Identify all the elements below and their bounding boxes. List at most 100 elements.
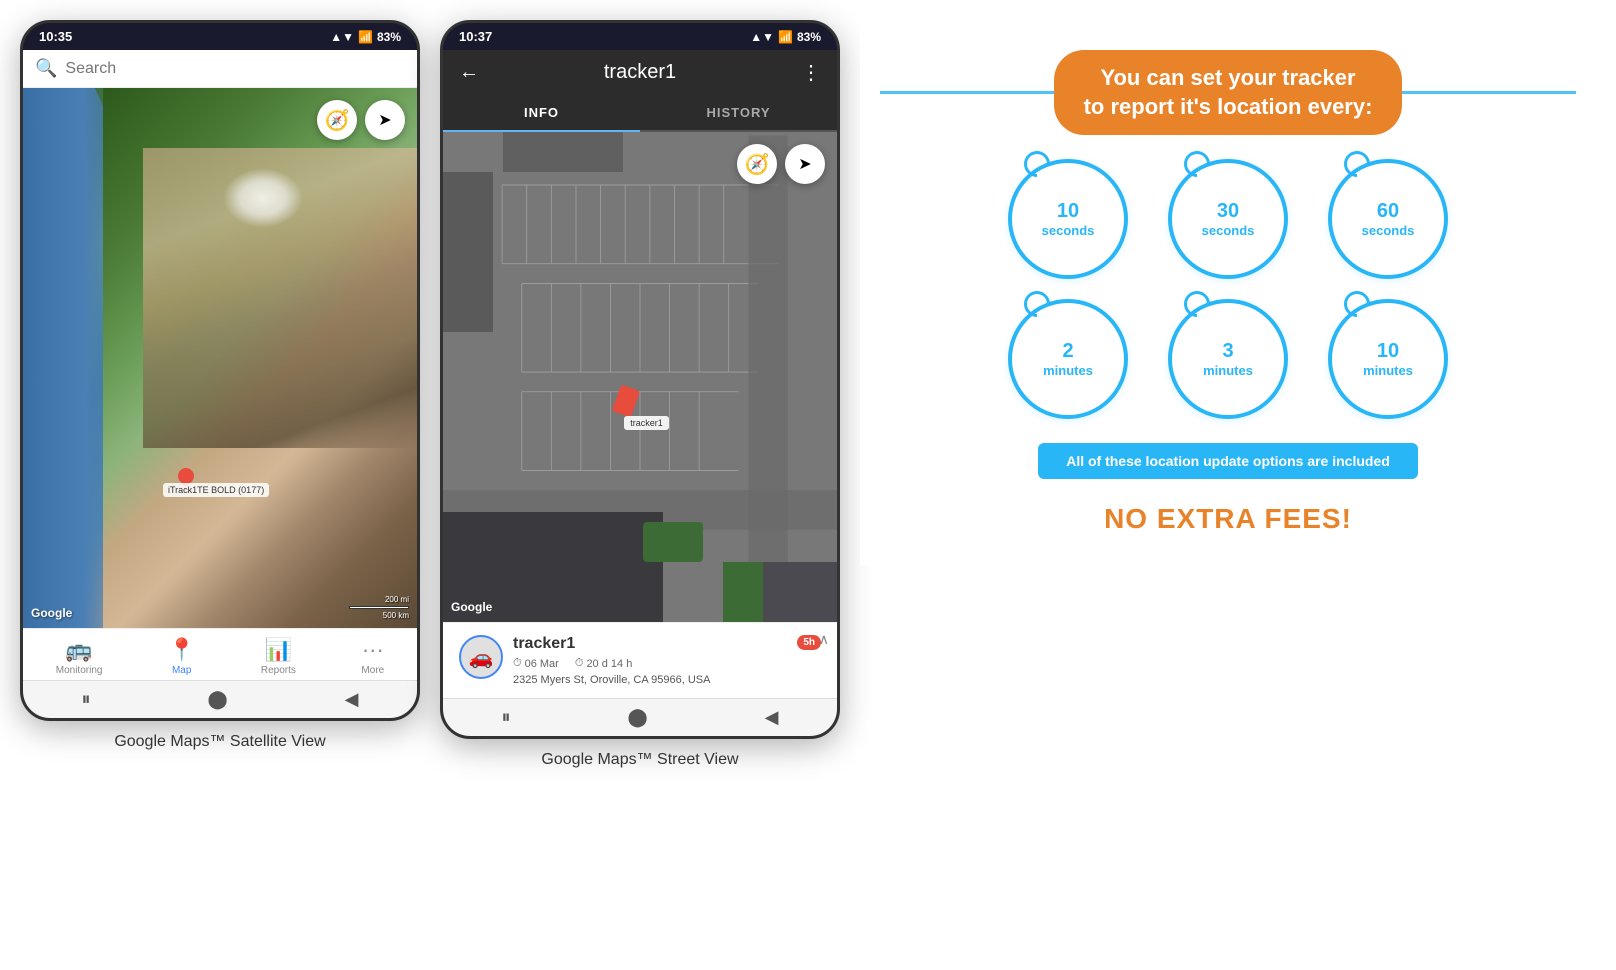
circle-unit-3: minutes bbox=[1043, 363, 1093, 379]
phone2-status-bar: 10:37 ▲▼ 📶 83% bbox=[443, 23, 837, 50]
satellite-map-area[interactable]: iTrack1TE BOLD (0177) 🧭 ➤ Google 200 mi … bbox=[23, 88, 417, 680]
scale-line bbox=[349, 606, 409, 609]
phone2-battery: 83% bbox=[797, 30, 821, 44]
phone1-search-bar[interactable]: 🔍 bbox=[23, 50, 417, 88]
search-input[interactable] bbox=[65, 60, 405, 78]
car-icon: 🚗 bbox=[469, 645, 494, 670]
stat-duration: ⏱ 20 d 14 h bbox=[575, 657, 632, 670]
nav-monitoring-label: Monitoring bbox=[56, 665, 103, 676]
banner-text: All of these location update options are… bbox=[1066, 453, 1390, 469]
stat-date-value: 06 Mar bbox=[525, 658, 559, 670]
circle-number-0: 10 bbox=[1057, 199, 1079, 223]
phone2-time: 10:37 bbox=[459, 29, 492, 44]
tracker-name: tracker1 bbox=[513, 635, 575, 653]
phone1-time: 10:35 bbox=[39, 29, 72, 44]
circle-number-1: 30 bbox=[1217, 199, 1239, 223]
tracker-name-row: tracker1 bbox=[513, 635, 787, 653]
headline-text: You can set your trackerto report it's l… bbox=[1084, 65, 1373, 119]
snow-caps bbox=[223, 168, 303, 228]
nav-more-label: More bbox=[361, 665, 384, 676]
system-back-button-2[interactable]: ◀ bbox=[765, 707, 779, 728]
phone1-wifi-icon: 📶 bbox=[358, 30, 373, 44]
headline-line-left bbox=[880, 91, 1054, 94]
phone1-status-right: ▲▼ 📶 83% bbox=[330, 30, 401, 44]
tracker-stats: ⏱ 06 Mar ⏱ 20 d 14 h bbox=[513, 657, 787, 670]
scroll-up-icon[interactable]: ∧ bbox=[819, 631, 829, 648]
system-home-button-2[interactable]: ⬤ bbox=[628, 707, 648, 728]
tracker-info-panel: 🚗 tracker1 ⏱ 06 Mar ⏱ 20 d 14 h bbox=[443, 622, 837, 698]
nav-map[interactable]: 📍 Map bbox=[168, 637, 195, 676]
building-top bbox=[503, 132, 623, 172]
time-circle-0: 10 seconds bbox=[1008, 159, 1128, 279]
phone1-content: 🔍 iTrack1TE BOLD (0177) 🧭 ➤ bbox=[23, 50, 417, 680]
time-circle-4: 3 minutes bbox=[1168, 299, 1288, 419]
phone2-header: ← tracker1 ⋮ bbox=[443, 50, 837, 95]
info-headline: You can set your trackerto report it's l… bbox=[1054, 50, 1403, 135]
stat-duration-value: 20 d 14 h bbox=[586, 658, 632, 670]
nav-reports[interactable]: 📊 Reports bbox=[261, 637, 296, 676]
circle-number-2: 60 bbox=[1377, 199, 1399, 223]
reports-icon: 📊 bbox=[265, 637, 292, 663]
satellite-map: iTrack1TE BOLD (0177) 🧭 ➤ Google 200 mi … bbox=[23, 88, 417, 628]
green-area-1 bbox=[643, 522, 703, 562]
tabs-bar: INFO HISTORY bbox=[443, 95, 837, 132]
circle-unit-5: minutes bbox=[1363, 363, 1413, 379]
system-menu-button[interactable]: ⏸ bbox=[82, 689, 91, 710]
tab-history[interactable]: HISTORY bbox=[640, 95, 837, 130]
system-back-button[interactable]: ◀ bbox=[345, 689, 359, 710]
system-home-button[interactable]: ⬤ bbox=[208, 689, 228, 710]
phone1-signal-icon: ▲▼ bbox=[330, 30, 354, 44]
phone2-mockup: 10:37 ▲▼ 📶 83% ← tracker1 ⋮ INFO HISTORY bbox=[440, 20, 840, 739]
building-left bbox=[443, 172, 493, 332]
direction-button[interactable]: ➤ bbox=[365, 100, 405, 140]
location-label: iTrack1TE BOLD (0177) bbox=[163, 483, 269, 497]
scale-label-bottom: 500 km bbox=[383, 611, 409, 620]
phone2-caption: Google Maps™ Street View bbox=[541, 751, 738, 769]
google-logo: Google bbox=[31, 606, 72, 620]
google-logo-2: Google bbox=[451, 600, 492, 614]
circles-grid: 10 seconds 30 seconds 60 seconds 2 minut… bbox=[998, 159, 1458, 419]
tab-info[interactable]: INFO bbox=[443, 95, 640, 132]
tracker-map-label: tracker1 bbox=[624, 416, 669, 430]
system-menu-button-2[interactable]: ⏸ bbox=[502, 707, 511, 728]
info-panel: You can set your trackerto report it's l… bbox=[860, 20, 1596, 565]
circle-unit-0: seconds bbox=[1042, 223, 1095, 239]
map-icon: 📍 bbox=[168, 637, 195, 663]
circle-unit-1: seconds bbox=[1202, 223, 1255, 239]
circle-number-3: 2 bbox=[1062, 339, 1073, 363]
back-button[interactable]: ← bbox=[459, 61, 479, 84]
compass-button[interactable]: 🧭 bbox=[317, 100, 357, 140]
phone1-caption: Google Maps™ Satellite View bbox=[114, 733, 325, 751]
nav-monitoring[interactable]: 🚌 Monitoring bbox=[56, 637, 103, 676]
search-icon: 🔍 bbox=[35, 58, 57, 79]
headline-container: You can set your trackerto report it's l… bbox=[880, 50, 1576, 135]
direction-button-2[interactable]: ➤ bbox=[785, 144, 825, 184]
parking-map[interactable]: tracker1 🧭 ➤ Google bbox=[443, 132, 837, 622]
tracker-avatar: 🚗 bbox=[459, 635, 503, 679]
time-circle-5: 10 minutes bbox=[1328, 299, 1448, 419]
time-circle-2: 60 seconds bbox=[1328, 159, 1448, 279]
tracker-address: 2325 Myers St, Oroville, CA 95966, USA bbox=[513, 674, 787, 686]
time-circle-3: 2 minutes bbox=[1008, 299, 1128, 419]
headline-line-right bbox=[1402, 91, 1576, 94]
nav-reports-label: Reports bbox=[261, 665, 296, 676]
no-extra-fees-text: NO EXTRA FEES! bbox=[1104, 503, 1352, 535]
phone1-mockup: 10:35 ▲▼ 📶 83% 🔍 bbox=[20, 20, 420, 721]
bottom-nav: 🚌 Monitoring 📍 Map 📊 Reports ··· bbox=[23, 628, 417, 680]
phone1-battery: 83% bbox=[377, 30, 401, 44]
circle-unit-4: minutes bbox=[1203, 363, 1253, 379]
phone1-container: 10:35 ▲▼ 📶 83% 🔍 bbox=[20, 20, 420, 751]
tracker-title: tracker1 bbox=[604, 61, 676, 84]
phone2-wifi-icon: 📶 bbox=[778, 30, 793, 44]
monitoring-icon: 🚌 bbox=[65, 637, 92, 663]
phone2-system-nav: ⏸ ⬤ ◀ bbox=[443, 698, 837, 736]
phone1-status-bar: 10:35 ▲▼ 📶 83% bbox=[23, 23, 417, 50]
more-menu-button[interactable]: ⋮ bbox=[801, 60, 821, 85]
time-circle-1: 30 seconds bbox=[1168, 159, 1288, 279]
compass-button-2[interactable]: 🧭 bbox=[737, 144, 777, 184]
phone2-signal-icon: ▲▼ bbox=[750, 30, 774, 44]
stat-date: ⏱ 06 Mar bbox=[513, 657, 559, 670]
nav-more[interactable]: ··· More bbox=[361, 637, 384, 676]
time-badge: 5h bbox=[797, 635, 821, 650]
more-icon: ··· bbox=[362, 637, 384, 663]
